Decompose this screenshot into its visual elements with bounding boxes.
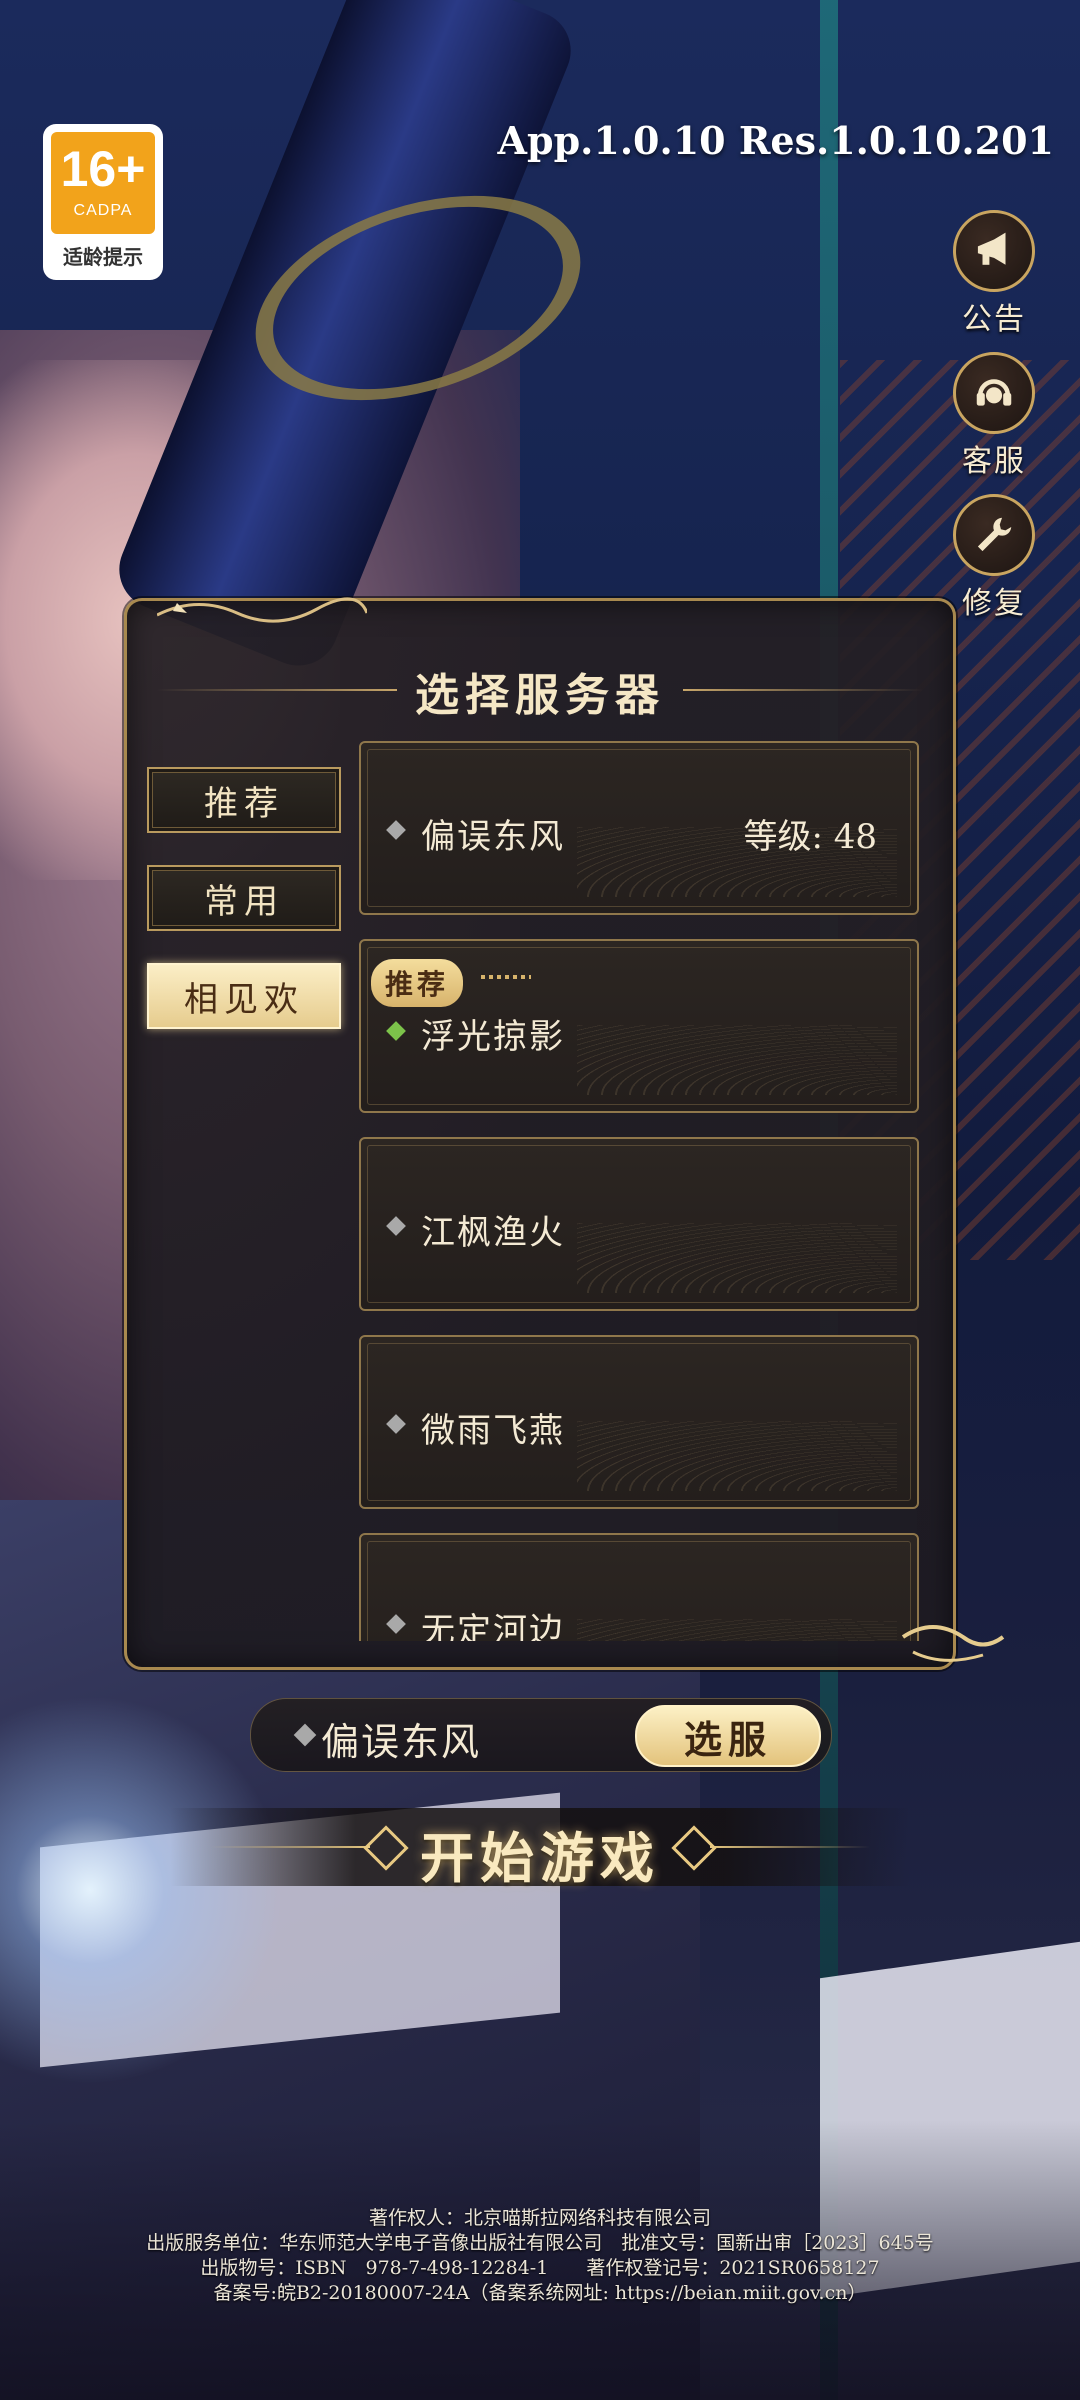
panel-ornament-icon [157,597,367,623]
customer-service-label: 客服 [962,444,1026,479]
title-divider-right [683,689,923,691]
recommended-tag: 推荐 [371,959,464,1007]
panel-header: 选择服务器 [127,659,953,721]
announcement-label: 公告 [962,302,1026,337]
age-rating-badge[interactable]: 16+ CADPA 适龄提示 [46,127,160,277]
server-item-wudinghebian[interactable]: 无定河边 [359,1533,919,1641]
footer-line-copyright-owner: 著作权人：北京喵斯拉网络科技有限公司 [368,2207,711,2229]
server-item-fuguanglueying[interactable]: 推荐 浮光掠影 [359,939,919,1113]
selected-server-name: 偏误东风 [321,1720,482,1764]
server-item-pianwudongfeng[interactable]: 偏误东风 等级: 48 [359,741,919,915]
server-select-panel: 选择服务器 推荐 常用 相见欢 偏误东风 等级: 48 推荐 浮光掠影 江枫渔火… [124,597,1005,1670]
server-status-gray-icon [386,1414,406,1434]
footer-line-icp: 备案号:皖B2-20180007-24A（备案系统网址: https://bei… [213,2282,867,2304]
wrench-icon [953,494,1035,576]
footer-line-isbn: 出版物号：ISBN 978-7-498-12284-1 著作权登记号：2021S… [200,2257,880,2279]
server-list[interactable]: 偏误东风 等级: 48 推荐 浮光掠影 江枫渔火 微雨飞燕 无定河边 [359,741,919,1641]
start-game-label: 开始游戏 [420,1826,660,1890]
server-status-gray-icon [293,1723,317,1747]
server-name: 微雨飞燕 [421,1411,565,1451]
age-rating-emblem: 16+ CADPA [51,132,155,234]
server-status-gray-icon [386,1216,406,1236]
announcement-button[interactable]: 公告 [944,210,1044,338]
tab-recommended[interactable]: 推荐 [147,767,341,833]
tab-xiangjianhuan[interactable]: 相见欢 [147,963,341,1029]
panel-title: 选择服务器 [415,670,665,721]
server-level: 等级: 48 [743,817,877,857]
server-status-gray-icon [386,1614,406,1634]
choose-server-button[interactable]: 选服 [635,1705,821,1767]
server-name: 江枫渔火 [421,1213,565,1253]
version-label: App.1.0.10 Res.1.0.10.201 [497,118,1054,163]
repair-button[interactable]: 修复 [944,494,1044,622]
age-rating-org: CADPA [73,202,133,219]
selected-server-bar[interactable]: 偏误东风 选服 [250,1698,832,1772]
server-status-gray-icon [386,820,406,840]
age-rating-number: 16+ [60,141,146,197]
title-divider-left [157,689,397,691]
tag-dots [481,975,531,979]
repair-label: 修复 [962,586,1026,621]
cloud-ornament-icon [901,1625,1005,1662]
tab-frequent[interactable]: 常用 [147,865,341,931]
megaphone-icon [953,210,1035,292]
start-game-button[interactable]: 开始游戏 [170,1808,910,1890]
start-deco-line-right [710,1846,870,1848]
customer-service-button[interactable]: 客服 [944,352,1044,480]
copyright-footer: 著作权人：北京喵斯拉网络科技有限公司 出版服务单位：华东师范大学电子音像出版社有… [0,2206,1080,2306]
footer-line-publisher: 出版服务单位：华东师范大学电子音像出版社有限公司 批准文号：国新出审［2023］… [146,2232,934,2254]
headset-icon [953,352,1035,434]
server-name: 偏误东风 [421,817,565,857]
server-name: 浮光掠影 [421,1017,565,1057]
server-item-jiangfengyuhuo[interactable]: 江枫渔火 [359,1137,919,1311]
server-status-green-icon [386,1021,406,1041]
server-item-weiyufeiyan[interactable]: 微雨飞燕 [359,1335,919,1509]
age-rating-tip: 适龄提示 [63,245,143,269]
server-name: 无定河边 [421,1611,565,1641]
